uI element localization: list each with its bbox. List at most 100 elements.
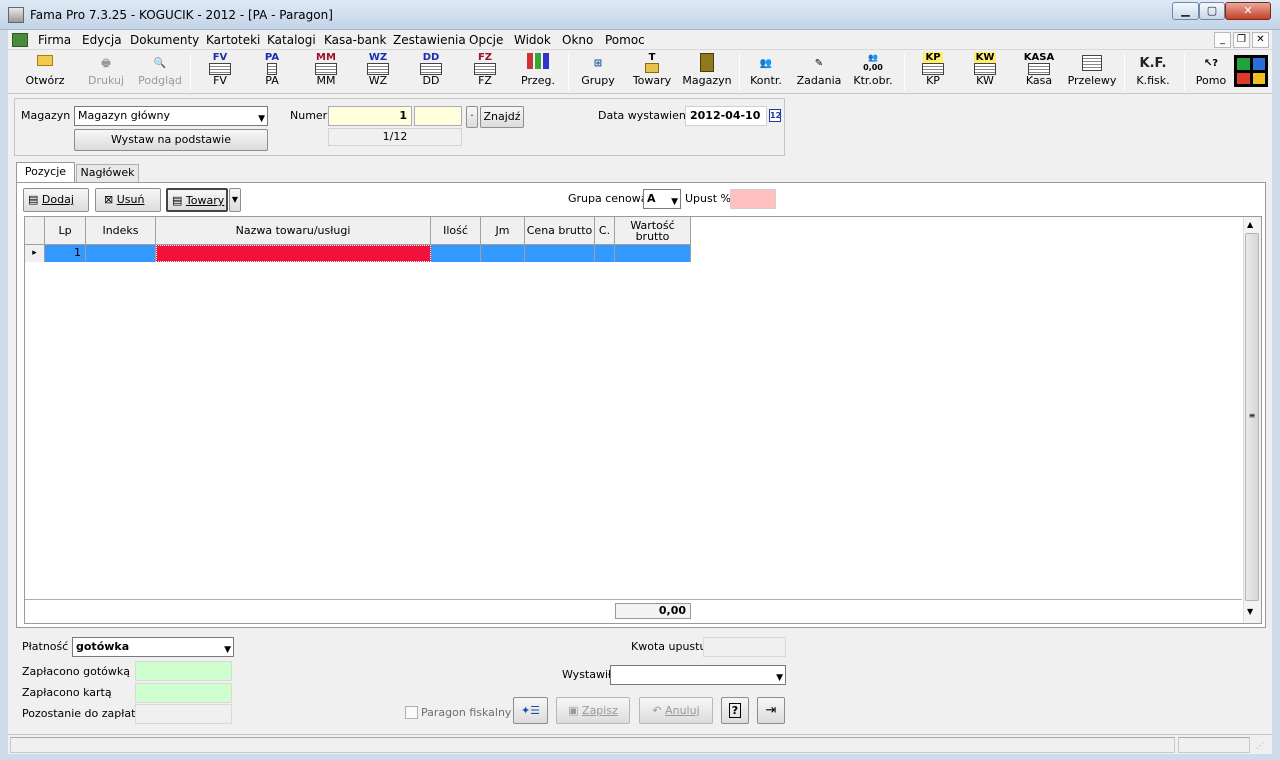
wystaw-na-podstawie-button[interactable]: Wystaw na podstawie: [74, 129, 268, 151]
upust-input[interactable]: [730, 189, 776, 209]
maximize-button[interactable]: ▢: [1199, 2, 1225, 20]
menu-zestawienia[interactable]: Zestawienia: [393, 33, 466, 47]
data-wystawienia-label: Data wystawienia: [598, 109, 696, 122]
col-header-wartosc-brutto[interactable]: Wartość brutto: [615, 217, 691, 245]
numer-dropdown-button[interactable]: ·: [466, 106, 478, 128]
totals-separator: [25, 599, 1242, 600]
col-header-jm[interactable]: Jm: [481, 217, 525, 245]
menu-bar: Firma Edycja Dokumenty Kartoteki Katalog…: [8, 30, 1272, 50]
zaplacono-karta-input[interactable]: [135, 683, 232, 703]
przeg-button[interactable]: Przeg.: [518, 51, 558, 92]
platnosc-select[interactable]: gotówka ▼: [72, 637, 234, 657]
menu-katalogi[interactable]: Katalogi: [267, 33, 316, 47]
kasa-button[interactable]: KASA Kasa: [1020, 51, 1058, 92]
tab-naglowek[interactable]: Nagłówek: [76, 164, 139, 182]
menu-dokumenty[interactable]: Dokumenty: [130, 33, 199, 47]
cell-lp[interactable]: 1: [45, 245, 86, 262]
cell-c[interactable]: [595, 245, 615, 262]
menu-firma[interactable]: Firma: [38, 33, 71, 47]
new-list-button[interactable]: ✦☰: [513, 697, 548, 724]
contractors-icon: 👥: [759, 58, 773, 69]
col-header-lp[interactable]: Lp: [45, 217, 86, 245]
dd-doc-icon: DD: [413, 53, 449, 75]
znajdz-button[interactable]: Znajdź: [480, 106, 524, 128]
dd-button[interactable]: DD DD: [413, 51, 449, 92]
menu-opcje[interactable]: Opcje: [469, 33, 503, 47]
cell-cena-brutto[interactable]: [525, 245, 595, 262]
usun-button[interactable]: ⊠ Usuń: [95, 188, 161, 212]
zaplacono-gotowka-input[interactable]: [135, 661, 232, 681]
pomoc-button[interactable]: ↖? Pomo: [1192, 51, 1230, 92]
magazyn-button[interactable]: Magazyn: [681, 51, 733, 92]
grid-indicator-header: [25, 217, 45, 245]
cell-ilosc[interactable]: [431, 245, 481, 262]
anuluj-button[interactable]: ↶ Anuluj: [639, 697, 713, 724]
scroll-thumb[interactable]: ≡: [1245, 233, 1259, 601]
numer-suffix-input[interactable]: [414, 106, 462, 126]
cell-wartosc-brutto[interactable]: [615, 245, 691, 262]
menu-widok[interactable]: Widok: [514, 33, 551, 47]
grupy-button[interactable]: ⊞ Grupy: [578, 51, 618, 92]
towary-dropdown-button[interactable]: ▼: [229, 188, 241, 212]
kfisk-button[interactable]: K.F. K.fisk.: [1132, 51, 1174, 92]
scroll-down-icon[interactable]: ▼: [1247, 607, 1253, 616]
exit-button[interactable]: ⇥: [757, 697, 785, 724]
wz-button[interactable]: WZ WZ: [360, 51, 396, 92]
help-button[interactable]: ?: [721, 697, 749, 724]
calendar-icon[interactable]: 12: [769, 109, 781, 122]
towary-button[interactable]: T Towary: [630, 51, 674, 92]
vertical-scrollbar[interactable]: ▲ ≡ ▼: [1243, 217, 1261, 623]
tab-pozycje[interactable]: Pozycje: [16, 162, 75, 182]
menu-okno[interactable]: Okno: [562, 33, 593, 47]
magazyn-select[interactable]: Magazyn główny ▼: [74, 106, 268, 126]
col-header-ilosc[interactable]: Ilość: [431, 217, 481, 245]
drukuj-button[interactable]: 🖶 Drukuj: [84, 51, 128, 92]
header-group: Magazyn Magazyn główny ▼ Wystaw na podst…: [14, 98, 785, 156]
podglad-button[interactable]: 🔍 Podgląd: [136, 51, 184, 92]
grupa-cenowa-label: Grupa cenowa: [568, 192, 648, 205]
menu-kasa-bank[interactable]: Kasa-bank: [324, 33, 386, 47]
przelewy-button[interactable]: Przelewy: [1066, 51, 1118, 92]
zapisz-button[interactable]: ▣ Zapisz: [556, 697, 630, 724]
towary-picker-button[interactable]: ▤ Towary: [166, 188, 228, 212]
grupa-cenowa-select[interactable]: A ▼: [643, 189, 681, 209]
menu-kartoteki[interactable]: Kartoteki: [206, 33, 260, 47]
data-wystawienia-input[interactable]: 2012-04-10: [685, 106, 767, 126]
status-panel-extra: [1178, 737, 1250, 753]
mdi-minimize-button[interactable]: _: [1214, 32, 1231, 48]
document-window: Magazyn Magazyn główny ▼ Wystaw na podst…: [8, 94, 1272, 734]
otworz-button[interactable]: Otwórz: [22, 51, 68, 92]
kontr-button[interactable]: 👥 Kontr.: [746, 51, 786, 92]
cell-jm[interactable]: [481, 245, 525, 262]
mdi-restore-button[interactable]: ❐: [1233, 32, 1250, 48]
kw-button[interactable]: KW KW: [966, 51, 1004, 92]
col-header-indeks[interactable]: Indeks: [86, 217, 156, 245]
mdi-child-icon[interactable]: [12, 33, 28, 47]
menu-edycja[interactable]: Edycja: [82, 33, 122, 47]
delete-row-icon: ⊠: [104, 193, 114, 206]
wystawil-select[interactable]: ▼: [610, 665, 786, 685]
fz-button[interactable]: FZ FZ: [467, 51, 503, 92]
mdi-close-button[interactable]: ✕: [1252, 32, 1269, 48]
kp-button[interactable]: KP KP: [914, 51, 952, 92]
ktr-obr-button[interactable]: 👥 0,00 Ktr.obr.: [850, 51, 896, 92]
cell-indeks[interactable]: [86, 245, 156, 262]
col-header-cena-brutto[interactable]: Cena brutto: [525, 217, 595, 245]
paragon-fiskalny-checkbox[interactable]: [405, 706, 418, 719]
scroll-up-icon[interactable]: ▲: [1247, 220, 1253, 229]
mm-button[interactable]: MM MM: [308, 51, 344, 92]
toolbar-separator: [904, 54, 905, 90]
fv-button[interactable]: FV FV: [202, 51, 238, 92]
app-icon[interactable]: [8, 7, 24, 23]
col-header-nazwa[interactable]: Nazwa towaru/usługi: [156, 217, 431, 245]
zadania-button[interactable]: ✎ Zadania: [795, 51, 843, 92]
close-button[interactable]: ✕: [1225, 2, 1271, 20]
pa-button[interactable]: PA PA: [254, 51, 290, 92]
minimize-button[interactable]: ▁: [1172, 2, 1199, 20]
menu-pomoc[interactable]: Pomoc: [605, 33, 645, 47]
dodaj-button[interactable]: ▤ Dodaj: [23, 188, 89, 212]
resize-grip-icon[interactable]: ⋰: [1256, 741, 1264, 750]
cell-nazwa[interactable]: [156, 245, 431, 262]
col-header-c[interactable]: C.: [595, 217, 615, 245]
numer-input[interactable]: 1: [328, 106, 412, 126]
